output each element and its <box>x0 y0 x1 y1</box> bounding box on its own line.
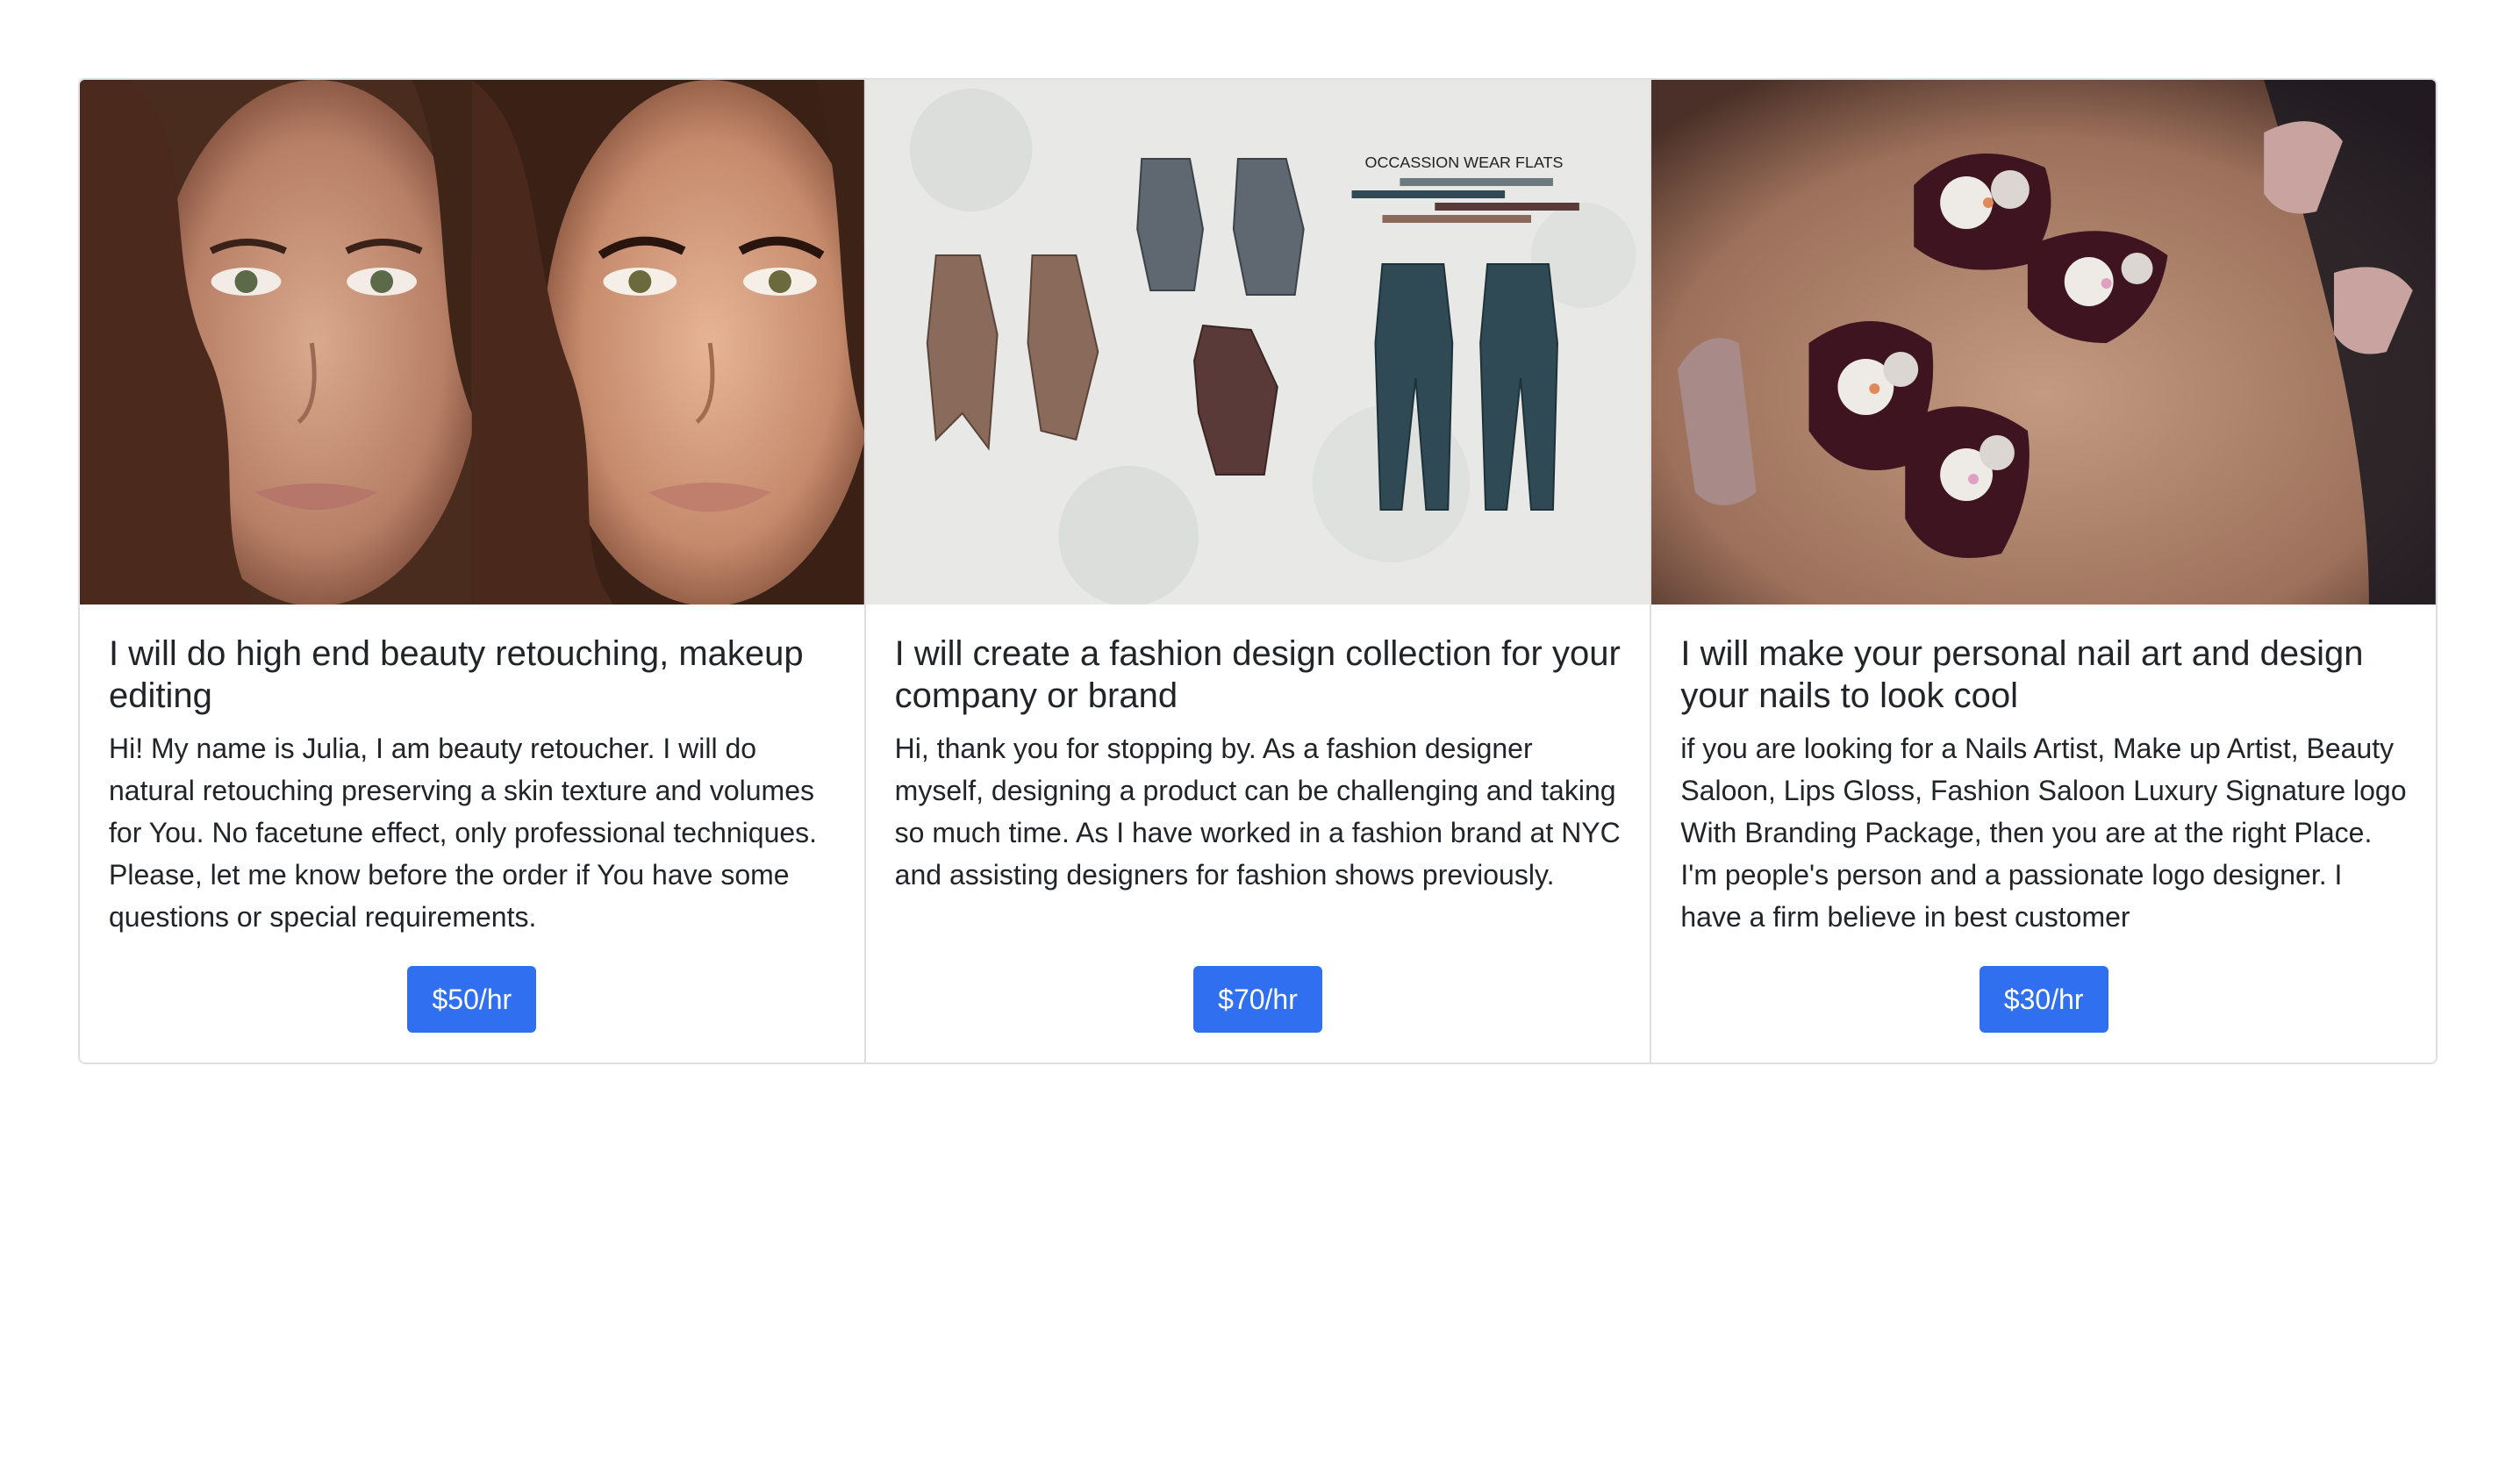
card-description: Hi! My name is Julia, I am beauty retouc… <box>109 733 818 933</box>
card-image-retouching <box>80 80 864 605</box>
service-card-fashion: OCCASSION WEAR FLATS I will create a fas… <box>865 80 1652 1062</box>
card-title: I will do high end beauty retouching, ma… <box>109 634 804 715</box>
card-image-fashion: OCCASSION WEAR FLATS <box>865 80 1650 605</box>
card-title: I will make your personal nail art and d… <box>1680 634 2364 715</box>
card-description: Hi, thank you for stopping by. As a fash… <box>894 733 1621 891</box>
card-description: if you are looking for a Nails Artist, M… <box>1680 733 2407 933</box>
card-title: I will create a fashion design collectio… <box>894 634 1621 715</box>
card-group: I will do high end beauty retouching, ma… <box>78 78 2438 1064</box>
card-image-nails <box>1651 80 2436 605</box>
price-button[interactable]: $70/hr <box>1193 966 1322 1033</box>
price-button[interactable]: $50/hr <box>407 966 537 1033</box>
image-caption: OCCASSION WEAR FLATS <box>1364 154 1563 171</box>
service-card-retouching: I will do high end beauty retouching, ma… <box>80 80 866 1062</box>
service-card-nails: I will make your personal nail art and d… <box>1651 80 2436 1062</box>
price-button[interactable]: $30/hr <box>1979 966 2108 1033</box>
